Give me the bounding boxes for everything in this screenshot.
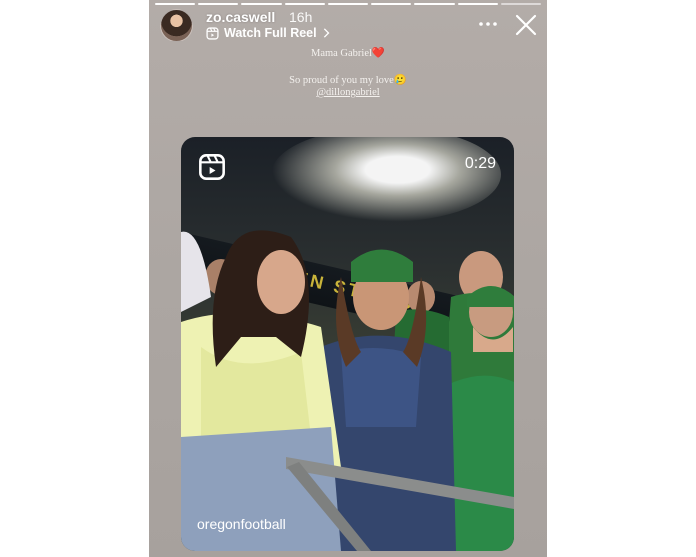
crowd-photo [181, 230, 514, 551]
mention-link[interactable]: @dillongabriel [149, 87, 547, 98]
progress-segment [500, 3, 541, 5]
progress-segment [241, 3, 282, 5]
watch-full-reel-label: Watch Full Reel [224, 26, 317, 40]
reel-duration: 0:29 [464, 155, 496, 172]
reel-icon [206, 26, 219, 40]
caption-line-1: Mama Gabriel❤️ [310, 48, 385, 59]
progress-segment [198, 3, 239, 5]
shared-reel-card[interactable]: AUTZEN STADIUM 0:29 oregonfootball [181, 137, 514, 551]
more-horizontal-icon[interactable] [477, 14, 499, 34]
progress-segment [457, 3, 498, 5]
story-username[interactable]: zo.caswell [206, 9, 275, 25]
progress-segment [155, 3, 196, 5]
progress-segment [327, 3, 369, 5]
caption-line-2: So proud of you my love🥲 [289, 75, 407, 86]
reel-account-name[interactable]: oregonfootball [197, 516, 286, 532]
progress-segment [284, 3, 325, 5]
progress-segment [371, 3, 412, 5]
watch-full-reel-link[interactable]: Watch Full Reel [206, 26, 330, 40]
avatar[interactable] [160, 9, 193, 42]
story-viewer: zo.caswell 16h Watch Full Reel Mama Gabr… [149, 0, 547, 557]
close-icon[interactable] [515, 14, 537, 36]
reel-play-icon [198, 153, 226, 181]
story-progress-bar [155, 3, 541, 5]
chevron-right-icon [322, 28, 330, 38]
story-time: 16h [289, 9, 313, 25]
progress-segment [414, 3, 455, 5]
